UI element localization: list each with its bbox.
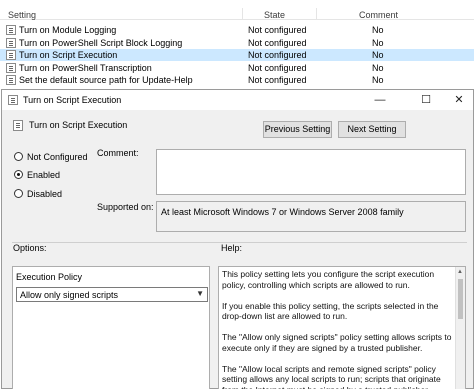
column-divider[interactable] <box>316 8 317 20</box>
policy-state: Not configured <box>248 75 307 85</box>
radio-label: Disabled <box>27 189 63 199</box>
policy-setting-icon <box>6 25 16 35</box>
policy-comment: No <box>372 25 384 35</box>
policy-setting-icon <box>8 95 18 105</box>
radio-button[interactable] <box>14 189 23 198</box>
scroll-up-icon[interactable]: ▲ <box>457 269 463 275</box>
column-header-comment[interactable]: Comment <box>359 10 398 20</box>
policy-row-update-help-path[interactable]: Set the default source path for Update-H… <box>0 74 474 86</box>
next-setting-button[interactable]: Next Setting <box>338 121 406 138</box>
policy-state: Not configured <box>248 50 307 60</box>
supported-on-label: Supported on: <box>97 202 154 212</box>
policy-name: Turn on PowerShell Script Block Logging <box>19 38 183 48</box>
policy-comment: No <box>372 38 384 48</box>
supported-on-value: At least Microsoft Windows 7 or Windows … <box>161 207 404 217</box>
policy-comment: No <box>372 50 384 60</box>
dialog-heading: Turn on Script Execution <box>29 120 128 130</box>
policy-row-module-logging[interactable]: Turn on Module Logging Not configured No <box>0 24 474 36</box>
radio-button[interactable] <box>14 152 23 161</box>
policy-row-transcription[interactable]: Turn on PowerShell Transcription Not con… <box>0 62 474 74</box>
policy-name: Turn on Module Logging <box>19 25 117 35</box>
comment-label: Comment: <box>97 148 139 158</box>
policy-name: Set the default source path for Update-H… <box>19 75 193 85</box>
policy-dialog: Turn on Script Execution — ☐ ✕ Turn on S… <box>1 89 474 389</box>
execution-policy-dropdown[interactable]: Allow only signed scripts ▼ <box>16 287 208 302</box>
policy-name: Turn on Script Execution <box>19 50 118 60</box>
previous-setting-button[interactable]: Previous Setting <box>263 121 332 138</box>
options-panel: Execution Policy Allow only signed scrip… <box>12 266 210 389</box>
options-label: Options: <box>13 243 47 253</box>
supported-on-field: At least Microsoft Windows 7 or Windows … <box>156 201 466 232</box>
policy-setting-icon <box>6 50 16 60</box>
close-icon[interactable]: ✕ <box>445 90 473 110</box>
policy-setting-icon <box>6 38 16 48</box>
maximize-icon[interactable]: ☐ <box>412 90 440 110</box>
policy-state: Not configured <box>248 38 307 48</box>
execution-policy-label: Execution Policy <box>16 272 83 282</box>
chevron-down-icon[interactable]: ▼ <box>196 289 204 298</box>
dialog-title: Turn on Script Execution <box>23 95 122 105</box>
help-panel[interactable]: This policy setting lets you configure t… <box>218 266 466 389</box>
policy-row-script-block-logging[interactable]: Turn on PowerShell Script Block Logging … <box>0 37 474 49</box>
column-header-setting[interactable]: Setting <box>8 10 36 20</box>
help-scrollbar[interactable]: ▲ <box>455 267 465 389</box>
help-paragraph: If you enable this policy setting, the s… <box>222 300 439 322</box>
comment-scrollbar[interactable] <box>455 150 465 194</box>
help-label: Help: <box>221 243 243 253</box>
minimize-icon[interactable]: — <box>366 90 394 110</box>
policy-name: Turn on PowerShell Transcription <box>19 63 152 73</box>
radio-label: Not Configured <box>27 152 88 162</box>
policy-state: Not configured <box>248 25 307 35</box>
policy-state: Not configured <box>248 63 307 73</box>
policy-list: Setting State Comment Turn on Module Log… <box>0 0 474 92</box>
policy-setting-icon <box>6 63 16 73</box>
policy-setting-icon <box>6 75 16 85</box>
help-paragraph: This policy setting lets you configure t… <box>222 269 435 290</box>
execution-policy-selected: Allow only signed scripts <box>20 290 119 300</box>
policy-comment: No <box>372 63 384 73</box>
policy-setting-icon <box>13 120 23 131</box>
help-text: This policy setting lets you configure t… <box>222 269 454 389</box>
column-header-state[interactable]: State <box>264 10 285 20</box>
radio-label: Enabled <box>27 170 61 180</box>
help-paragraph: The "Allow local scripts and remote sign… <box>222 363 441 389</box>
dialog-titlebar[interactable]: Turn on Script Execution — ☐ ✕ <box>2 90 473 110</box>
column-divider[interactable] <box>242 8 243 20</box>
policy-row-script-execution[interactable]: Turn on Script Execution Not configured … <box>0 49 474 61</box>
help-paragraph: The "Allow only signed scripts" policy s… <box>222 332 452 353</box>
policy-comment: No <box>372 75 384 85</box>
comment-textarea[interactable] <box>156 149 466 195</box>
radio-button-selected[interactable] <box>14 170 23 179</box>
policy-list-header: Setting State Comment <box>0 0 474 20</box>
scrollbar-thumb[interactable] <box>458 279 463 319</box>
